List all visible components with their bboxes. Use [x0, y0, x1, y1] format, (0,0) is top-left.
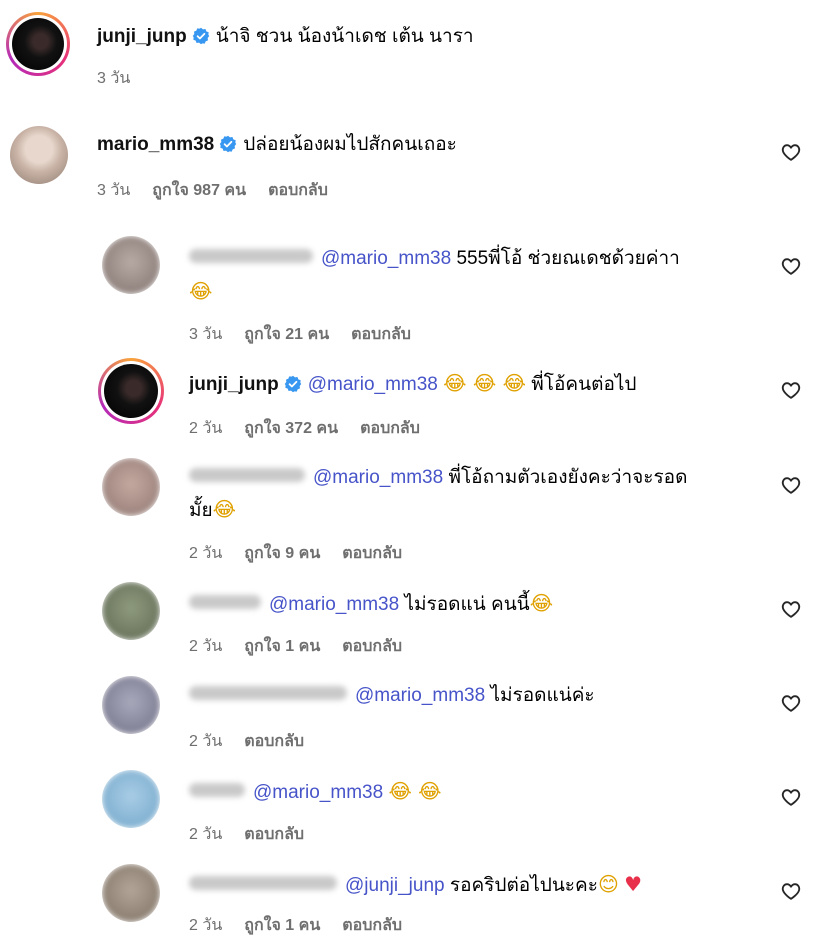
- likes-count[interactable]: ถูกใจ 987 คน: [152, 182, 246, 199]
- comment-text: ไม่รอดแน่ คนนี้: [404, 594, 530, 615]
- likes-count[interactable]: ถูกใจ 9 คน: [244, 545, 320, 562]
- timestamp: 2 วัน: [189, 545, 223, 562]
- comment-text: พี่โอ้ถามตัวเองยังคะว่าจะรอด: [448, 467, 688, 488]
- likes-count[interactable]: ถูกใจ 1 คน: [244, 638, 320, 655]
- comment-text: รอคริปต่อไปนะคะ: [449, 875, 598, 896]
- username[interactable]: mario_mm38: [97, 134, 214, 155]
- blurred-username[interactable]: [189, 686, 347, 700]
- username[interactable]: junji_junp: [97, 26, 187, 47]
- heart-outline-icon[interactable]: [780, 692, 802, 714]
- avatar[interactable]: [98, 358, 164, 424]
- comment-meta: 2 วัน ถูกใจ 1 คน ตอบกลับ: [189, 634, 424, 659]
- heart-outline-icon[interactable]: [780, 474, 802, 496]
- comment-meta: 3 วัน ถูกใจ 987 คน ตอบกลับ: [97, 178, 350, 203]
- blurred-username[interactable]: [189, 876, 337, 890]
- comment-meta: 2 วัน ตอบกลับ: [189, 729, 326, 754]
- comment-text: ไม่รอดแน่ค่ะ: [490, 685, 595, 706]
- timestamp: 2 วัน: [189, 826, 223, 843]
- blurred-username[interactable]: [189, 249, 313, 263]
- heart-outline-icon[interactable]: [780, 379, 802, 401]
- blurred-username[interactable]: [189, 595, 261, 609]
- comment-text: น้าจิ ชวน น้องน้าเดช เต้น นารา: [215, 26, 474, 47]
- avatar[interactable]: [102, 864, 160, 922]
- timestamp: 3 วัน: [97, 70, 131, 87]
- reply-button[interactable]: ตอบกลับ: [342, 545, 402, 562]
- likes-count[interactable]: ถูกใจ 372 คน: [244, 420, 338, 437]
- avatar[interactable]: [102, 770, 160, 828]
- comment-meta: 2 วัน ตอบกลับ: [189, 822, 326, 847]
- laughing-emoji-icon: 😂: [529, 591, 554, 615]
- avatar[interactable]: [102, 582, 160, 640]
- blurred-username[interactable]: [189, 783, 245, 797]
- reply-button[interactable]: ตอบกลับ: [342, 917, 402, 934]
- heart-outline-icon[interactable]: [780, 255, 802, 277]
- timestamp: 2 วัน: [189, 733, 223, 750]
- laughing-emoji-icon: 😂: [212, 497, 237, 521]
- avatar[interactable]: [102, 458, 160, 516]
- comment-text: พี่โอ้คนต่อไป: [531, 374, 637, 395]
- heart-outline-icon[interactable]: [780, 786, 802, 808]
- laughing-emoji-icon: 😂: [189, 279, 213, 303]
- comment-text-continued: มั้ย: [189, 500, 213, 521]
- timestamp: 2 วัน: [189, 420, 223, 437]
- timestamp: 2 วัน: [189, 917, 223, 934]
- reply-button[interactable]: ตอบกลับ: [342, 638, 402, 655]
- smiling-emoji-icon: 😊: [597, 872, 619, 896]
- timestamp: 3 วัน: [189, 326, 223, 343]
- timestamp: 3 วัน: [97, 182, 131, 199]
- verified-badge-icon: [219, 135, 237, 153]
- avatar[interactable]: [102, 236, 160, 294]
- mention-link[interactable]: @mario_mm38: [269, 594, 399, 615]
- comment-meta: 2 วัน ถูกใจ 1 คน ตอบกลับ: [189, 913, 424, 938]
- red-heart-emoji-icon: ♥: [624, 872, 643, 896]
- username[interactable]: junji_junp: [189, 374, 279, 395]
- comment-meta: 3 วัน ถูกใจ 21 คน ตอบกลับ: [189, 322, 433, 347]
- likes-count[interactable]: ถูกใจ 21 คน: [244, 326, 329, 343]
- verified-badge-icon: [284, 375, 302, 393]
- blurred-username[interactable]: [189, 468, 305, 482]
- comment-meta: 2 วัน ถูกใจ 372 คน ตอบกลับ: [189, 416, 442, 441]
- heart-outline-icon[interactable]: [780, 141, 802, 163]
- likes-count[interactable]: ถูกใจ 1 คน: [244, 917, 320, 934]
- mention-link[interactable]: @mario_mm38: [253, 782, 383, 803]
- reply-button[interactable]: ตอบกลับ: [351, 326, 411, 343]
- heart-outline-icon[interactable]: [780, 598, 802, 620]
- reply-button[interactable]: ตอบกลับ: [244, 733, 304, 750]
- avatar[interactable]: [10, 126, 68, 184]
- comment-text: 555พี่โอ้ ช่วยณเดชด้วยค่าา: [456, 248, 680, 269]
- mention-link[interactable]: @mario_mm38: [313, 467, 443, 488]
- verified-badge-icon: [192, 27, 210, 45]
- comment-meta: 2 วัน ถูกใจ 9 คน ตอบกลับ: [189, 541, 424, 566]
- laughing-emoji-icon: 😂 😂 😂: [443, 371, 526, 395]
- comment-text: ปล่อยน้องผมไปสักคนเถอะ: [243, 134, 457, 155]
- avatar[interactable]: [102, 676, 160, 734]
- heart-outline-icon[interactable]: [780, 880, 802, 902]
- mention-link[interactable]: @junji_junp: [345, 875, 445, 896]
- reply-button[interactable]: ตอบกลับ: [360, 420, 420, 437]
- mention-link[interactable]: @mario_mm38: [308, 374, 438, 395]
- mention-link[interactable]: @mario_mm38: [355, 685, 485, 706]
- mention-link[interactable]: @mario_mm38: [321, 248, 451, 269]
- reply-button[interactable]: ตอบกลับ: [268, 182, 328, 199]
- avatar[interactable]: [6, 12, 70, 76]
- laughing-emoji-icon: 😂 😂: [388, 779, 442, 803]
- reply-button[interactable]: ตอบกลับ: [244, 826, 304, 843]
- comment-meta: 3 วัน: [97, 66, 152, 91]
- timestamp: 2 วัน: [189, 638, 223, 655]
